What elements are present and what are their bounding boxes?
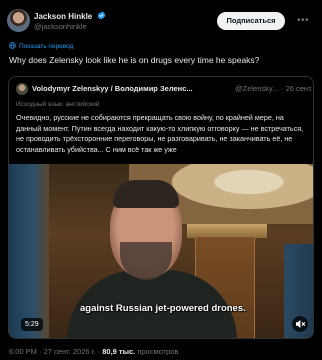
meta-separator-2: · [97,347,101,356]
view-count-label: просмотров [137,347,179,356]
more-horizontal-icon[interactable]: ••• [297,15,309,27]
translate-label: Показать перевод [19,43,74,50]
video-frame-window [9,164,49,338]
author-name-text: Jackson Hinkle [34,12,93,21]
post-meta: 6:00 PM · 27 сент. 2026 г. · 80,9 тыс. п… [9,347,178,356]
quoted-post-date[interactable]: · 26 сент. [281,84,313,93]
video-duration-badge: 5:29 [21,318,43,331]
video-subtitle: against Russian jet-powered drones. [80,303,246,314]
quoted-author-name[interactable]: Volodymyr Zelenskyy / Володимир Зеленс..… [32,84,193,93]
source-language-note: Исходный язык: английский [16,101,100,108]
quoted-author-handle[interactable]: @Zelensky... [235,84,278,93]
translate-link[interactable]: Показать перевод [9,42,73,50]
subscribe-button[interactable]: Подписаться [217,12,285,30]
author-name[interactable]: Jackson Hinkle [34,11,106,21]
author-avatar[interactable] [7,9,30,32]
quoted-post[interactable]: Volodymyr Zelenskyy / Володимир Зеленс..… [8,76,314,339]
author-handle[interactable]: @jacksonhinkle [34,22,87,31]
post-time[interactable]: 6:00 PM [9,347,37,356]
speaker-muted-icon [296,320,306,328]
meta-separator: · [39,347,42,356]
quoted-author-avatar[interactable] [16,83,28,95]
post-text: Why does Zelensky look like he is on dru… [9,55,260,65]
verified-badge-icon [98,11,106,20]
post-date[interactable]: 27 сент. 2026 г. [44,347,96,356]
globe-icon [9,42,16,49]
quoted-post-text: Очевидно, русские не собираются прекраща… [16,113,304,154]
video-player[interactable]: against Russian jet-powered drones. 5:29 [9,164,313,338]
mute-button[interactable] [292,316,308,332]
video-frame-person-hair [113,180,179,208]
view-count: 80,9 тыс. [102,347,136,356]
